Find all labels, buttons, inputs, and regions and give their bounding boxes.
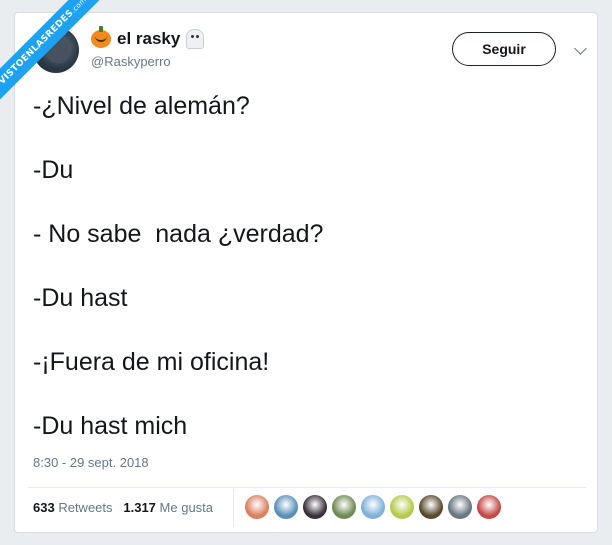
pumpkin-icon [91, 26, 111, 48]
tweet-text-line-6: -Du hast mich [33, 412, 188, 440]
ghost-icon [186, 29, 205, 49]
follow-button[interactable]: Seguir [452, 32, 556, 66]
liker-avatar[interactable] [303, 495, 327, 519]
liker-avatar[interactable] [274, 495, 298, 519]
stats-separator [233, 489, 234, 527]
tweet-text-line-4: -Du hast [33, 284, 128, 312]
liker-avatar[interactable] [448, 495, 472, 519]
stats-divider [28, 487, 586, 488]
retweets-count[interactable]: 633 [33, 500, 55, 515]
retweets-label[interactable]: Retweets [58, 500, 112, 515]
liker-avatar[interactable] [477, 495, 501, 519]
tweet-stats: 633 Retweets 1.317 Me gusta [33, 500, 213, 515]
liker-avatar[interactable] [361, 495, 385, 519]
tweet-text-line-1: -¿Nivel de alemán? [33, 92, 250, 120]
liker-avatar[interactable] [245, 495, 269, 519]
liker-avatar[interactable] [419, 495, 443, 519]
tweet-text-line-2: -Du [33, 156, 74, 184]
author-name[interactable]: el rasky [117, 29, 180, 49]
likes-count[interactable]: 1.317 [123, 500, 156, 515]
tweet-text-line-3: - No sabe nada ¿verdad? [33, 220, 324, 248]
author-name-line[interactable]: el rasky [91, 26, 205, 49]
watermark-suffix: .com [69, 0, 89, 15]
liker-avatars [245, 495, 501, 519]
tweet-text-line-5: -¡Fuera de mi oficina! [33, 348, 270, 376]
author-handle[interactable]: @Raskyperro [91, 54, 171, 69]
liker-avatar[interactable] [332, 495, 356, 519]
liker-avatar[interactable] [390, 495, 414, 519]
tweet-timestamp[interactable]: 8:30 - 29 sept. 2018 [33, 455, 149, 470]
likes-label[interactable]: Me gusta [160, 500, 213, 515]
